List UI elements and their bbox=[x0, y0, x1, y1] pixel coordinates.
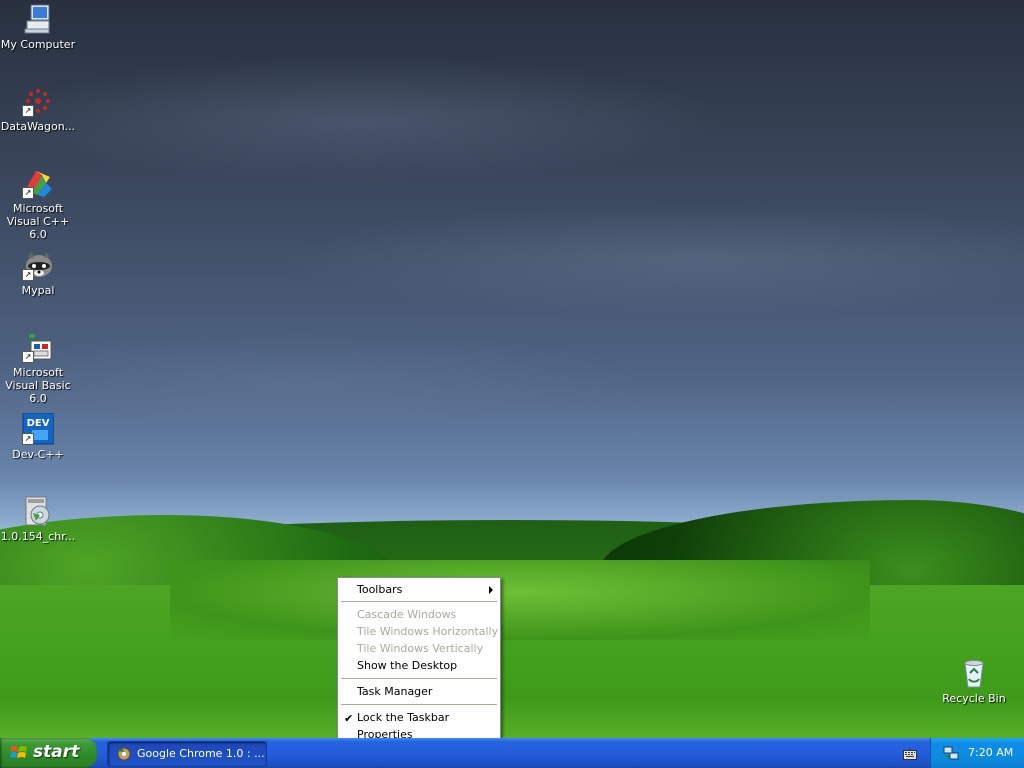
menu-item-tile-vertically[interactable]: Tile Windows Vertically bbox=[338, 640, 500, 657]
recycle-bin-icon bbox=[958, 657, 990, 689]
start-button[interactable]: start bbox=[0, 738, 97, 768]
desktop-icon-visual-basic[interactable]: ↗ Microsoft Visual Basic 6.0 bbox=[0, 331, 78, 405]
menu-item-label: Tile Windows Vertically bbox=[357, 642, 484, 655]
desktop-icon-mypal[interactable]: ↗ Mypal bbox=[0, 249, 78, 297]
shortcut-arrow-icon: ↗ bbox=[22, 351, 34, 363]
menu-item-label: Lock the Taskbar bbox=[357, 711, 450, 724]
menu-item-cascade-windows[interactable]: Cascade Windows bbox=[338, 606, 500, 623]
desktop-icon-chrome-installer[interactable]: 1.0.154_chr... bbox=[0, 495, 78, 543]
taskbar[interactable]: start Google Chrome 1.0 : ... 7:20 AM bbox=[0, 738, 1024, 768]
menu-item-tile-horizontally[interactable]: Tile Windows Horizontally bbox=[338, 623, 500, 640]
installer-package-icon bbox=[22, 495, 54, 527]
menu-separator bbox=[341, 601, 497, 602]
windows-logo-icon bbox=[10, 745, 28, 761]
system-tray: 7:20 AM bbox=[930, 738, 1024, 768]
shortcut-arrow-icon: ↗ bbox=[22, 105, 34, 117]
shortcut-arrow-icon: ↗ bbox=[22, 187, 34, 199]
start-label: start bbox=[33, 742, 80, 762]
menu-item-task-manager[interactable]: Task Manager bbox=[338, 683, 500, 700]
desktop-icon-recycle-bin[interactable]: Recycle Bin bbox=[934, 657, 1014, 705]
desktop-icon-my-computer[interactable]: My Computer bbox=[0, 3, 78, 51]
menu-separator bbox=[341, 704, 497, 705]
mypal-raccoon-icon: ↗ bbox=[22, 249, 54, 281]
network-icon[interactable] bbox=[943, 745, 959, 761]
desktop-icon-visual-cpp[interactable]: ↗ Microsoft Visual C++ 6.0 bbox=[0, 167, 78, 241]
desktop-icon-label: Dev-C++ bbox=[12, 448, 64, 461]
desktop[interactable]: My Computer ↗ DataWagon... ↗ Microsoft V… bbox=[0, 0, 1024, 738]
keyboard-icon[interactable] bbox=[903, 748, 917, 760]
menu-item-label: Task Manager bbox=[357, 685, 433, 698]
desktop-icon-label: Microsoft Visual C++ 6.0 bbox=[6, 202, 70, 241]
desktop-icon-label: DataWagon... bbox=[0, 120, 76, 133]
menu-item-toolbars[interactable]: Toolbars bbox=[338, 581, 500, 598]
desktop-icon-label: Recycle Bin bbox=[942, 692, 1006, 705]
menu-item-show-desktop[interactable]: Show the Desktop bbox=[338, 657, 500, 674]
wallpaper-meadow-center bbox=[170, 560, 870, 640]
datawagon-icon: ↗ bbox=[22, 85, 54, 117]
menu-item-label: Toolbars bbox=[357, 583, 403, 596]
desktop-icon-label: Mypal bbox=[21, 284, 55, 297]
clock[interactable]: 7:20 AM bbox=[968, 746, 1013, 759]
taskbar-button-chrome[interactable]: Google Chrome 1.0 : ... bbox=[107, 741, 267, 767]
desktop-icon-label: Microsoft Visual Basic 6.0 bbox=[5, 366, 71, 405]
submenu-arrow-icon bbox=[489, 586, 493, 594]
menu-item-label: Show the Desktop bbox=[357, 659, 458, 672]
taskbar-context-menu: Toolbars Cascade Windows Tile Windows Ho… bbox=[337, 577, 501, 747]
desktop-icon-datawagon[interactable]: ↗ DataWagon... bbox=[0, 85, 78, 133]
desktop-icon-label: My Computer bbox=[0, 38, 76, 51]
menu-item-label: Tile Windows Horizontally bbox=[357, 625, 499, 638]
installer-app-icon bbox=[116, 746, 132, 762]
taskbar-button-label: Google Chrome 1.0 : ... bbox=[137, 747, 265, 760]
desktop-icon-dev-cpp[interactable]: DEV ↗ Dev-C++ bbox=[0, 412, 78, 461]
dev-cpp-icon: DEV ↗ bbox=[22, 412, 55, 445]
visual-cpp-icon: ↗ bbox=[22, 167, 54, 199]
menu-item-label: Cascade Windows bbox=[357, 608, 457, 621]
shortcut-arrow-icon: ↗ bbox=[22, 433, 34, 445]
desktop-icon-label: 1.0.154_chr... bbox=[0, 530, 76, 543]
visual-basic-icon: ↗ bbox=[22, 331, 54, 363]
shortcut-arrow-icon: ↗ bbox=[22, 269, 34, 281]
menu-item-lock-taskbar[interactable]: ✔ Lock the Taskbar bbox=[338, 709, 500, 726]
menu-separator bbox=[341, 678, 497, 679]
dev-icon-text: DEV bbox=[27, 418, 50, 429]
computer-icon bbox=[22, 3, 54, 35]
checkmark-icon: ✔ bbox=[344, 712, 354, 725]
